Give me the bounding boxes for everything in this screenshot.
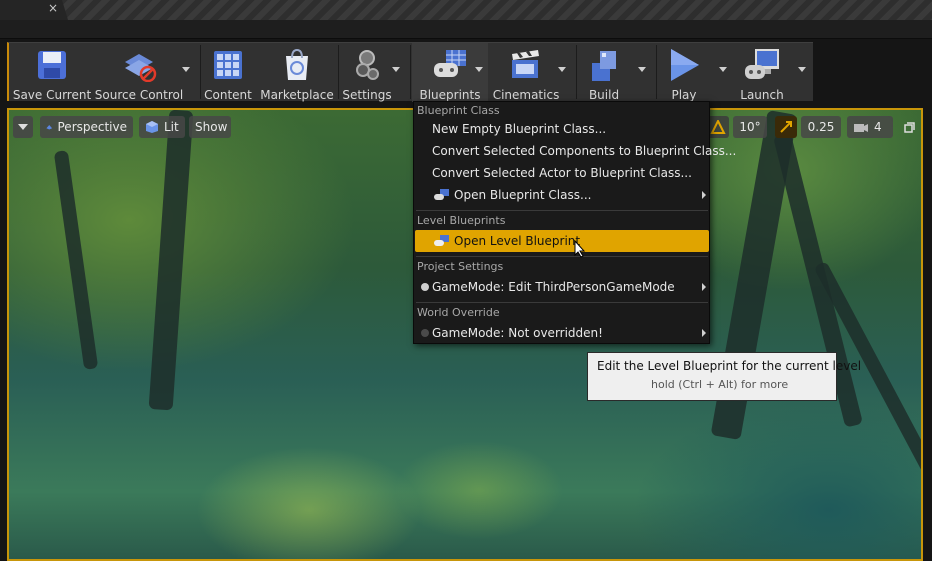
level-tab[interactable]: × xyxy=(0,0,68,20)
new-empty-blueprint-class-item[interactable]: New Empty Blueprint Class... xyxy=(415,118,709,140)
save-current-label: Save Current xyxy=(12,88,92,102)
lit-button[interactable]: Lit xyxy=(139,116,185,138)
show-button[interactable]: Show xyxy=(189,116,231,138)
submenu-arrow-icon xyxy=(702,283,706,291)
gamemode-dot-icon xyxy=(421,283,429,291)
cinematics-label: Cinematics xyxy=(492,88,560,102)
content-icon xyxy=(209,46,247,84)
mouse-cursor-icon xyxy=(574,240,586,258)
build-icon xyxy=(585,46,623,84)
scale-snap-value[interactable]: 0.25 xyxy=(801,116,841,138)
marketplace-button[interactable]: Marketplace xyxy=(259,43,335,102)
perspective-label: Perspective xyxy=(57,120,128,134)
settings-dropdown-icon[interactable] xyxy=(392,67,400,72)
launch-button[interactable]: Launch xyxy=(733,43,791,102)
rotation-snap-toggle[interactable] xyxy=(707,116,729,138)
blueprints-button[interactable]: Blueprints xyxy=(412,43,488,102)
save-current-button[interactable]: Save Current xyxy=(13,43,91,102)
source-control-icon xyxy=(120,46,158,84)
cinematics-dropdown-icon[interactable] xyxy=(558,67,566,72)
open-blueprint-icon xyxy=(434,189,449,200)
marketplace-label: Marketplace xyxy=(260,88,334,102)
play-label: Play xyxy=(671,88,697,102)
gamemode-override-item[interactable]: GameMode: Not overridden! xyxy=(415,322,709,344)
play-button[interactable]: Play xyxy=(660,43,708,102)
maximize-viewport-button[interactable] xyxy=(899,116,919,138)
tooltip-text: Edit the Level Blueprint for the current… xyxy=(597,359,862,373)
launch-dropdown-icon[interactable] xyxy=(798,67,806,72)
tree-trunk xyxy=(148,110,194,411)
menu-separator xyxy=(416,210,708,211)
open-level-blueprint-item[interactable]: Open Level Blueprint xyxy=(415,230,709,252)
convert-components-to-blueprint-item[interactable]: Convert Selected Components to Blueprint… xyxy=(415,140,736,162)
lit-label: Lit xyxy=(164,120,179,134)
rotation-snap-value[interactable]: 10° xyxy=(733,116,767,138)
content-label: Content xyxy=(204,88,252,102)
convert-actor-to-blueprint-item[interactable]: Convert Selected Actor to Blueprint Clas… xyxy=(415,162,709,184)
settings-icon xyxy=(348,46,386,84)
play-icon xyxy=(665,46,703,84)
toolbar-divider xyxy=(410,45,411,99)
toolbar-divider xyxy=(576,45,577,99)
tooltip-hint: hold (Ctrl + Alt) for more xyxy=(651,378,789,391)
blueprints-label: Blueprints xyxy=(419,88,481,102)
play-dropdown-icon[interactable] xyxy=(719,67,727,72)
chevron-down-icon xyxy=(18,124,28,130)
perspective-button[interactable]: Perspective xyxy=(40,116,133,138)
source-control-button[interactable]: Source Control xyxy=(95,43,183,102)
camera-icon xyxy=(854,124,868,132)
cinematics-button[interactable]: Cinematics xyxy=(493,43,559,102)
perspective-icon xyxy=(46,124,53,130)
viewport-options-button[interactable] xyxy=(13,116,33,138)
title-bar xyxy=(0,0,932,20)
build-dropdown-icon[interactable] xyxy=(638,67,646,72)
save-icon xyxy=(33,46,71,84)
submenu-arrow-icon xyxy=(702,329,706,337)
blueprints-dropdown-icon[interactable] xyxy=(475,67,483,72)
world-override-header: World Override xyxy=(417,306,500,319)
blueprints-icon xyxy=(431,46,469,84)
menu-bar xyxy=(0,20,932,39)
gamemode-edit-item[interactable]: GameMode: Edit ThirdPersonGameMode xyxy=(415,276,709,298)
open-level-blueprint-tooltip: Edit the Level Blueprint for the current… xyxy=(587,352,861,401)
gamemode-dot-icon xyxy=(421,329,429,337)
toolbar-divider xyxy=(656,45,657,99)
launch-icon xyxy=(743,46,781,84)
blueprints-dropdown-menu: Blueprint Class New Empty Blueprint Clas… xyxy=(413,101,736,344)
cinematics-icon xyxy=(507,46,545,84)
scale-icon xyxy=(780,121,792,133)
project-settings-header: Project Settings xyxy=(417,260,504,273)
source-control-label: Source Control xyxy=(94,88,184,102)
menu-separator xyxy=(416,302,708,303)
scale-snap-toggle[interactable] xyxy=(775,116,797,138)
show-label: Show xyxy=(195,120,228,134)
build-button[interactable]: Build xyxy=(580,43,628,102)
submenu-arrow-icon xyxy=(702,191,706,199)
source-control-dropdown-icon[interactable] xyxy=(182,67,190,72)
marketplace-icon xyxy=(278,46,316,84)
close-tab-icon[interactable]: × xyxy=(48,1,58,15)
lit-cube-icon xyxy=(146,121,158,133)
toolbar-divider xyxy=(338,45,339,99)
main-toolbar: Save Current Source Control Content Mark… xyxy=(7,42,813,102)
launch-label: Launch xyxy=(740,88,784,102)
camera-speed-button[interactable]: 4 xyxy=(847,116,893,138)
restore-icon xyxy=(903,121,915,133)
toolbar-divider xyxy=(200,45,201,99)
content-button[interactable]: Content xyxy=(204,43,252,102)
tree-trunk xyxy=(53,150,99,370)
angle-icon xyxy=(710,120,726,134)
open-blueprint-class-item[interactable]: Open Blueprint Class... xyxy=(415,184,709,206)
settings-button[interactable]: Settings xyxy=(342,43,392,102)
level-blueprint-icon xyxy=(434,235,449,246)
build-label: Build xyxy=(588,88,620,102)
level-blueprints-header: Level Blueprints xyxy=(417,214,506,227)
settings-label: Settings xyxy=(342,88,392,102)
menu-separator xyxy=(416,256,708,257)
blueprint-class-header: Blueprint Class xyxy=(417,104,500,117)
